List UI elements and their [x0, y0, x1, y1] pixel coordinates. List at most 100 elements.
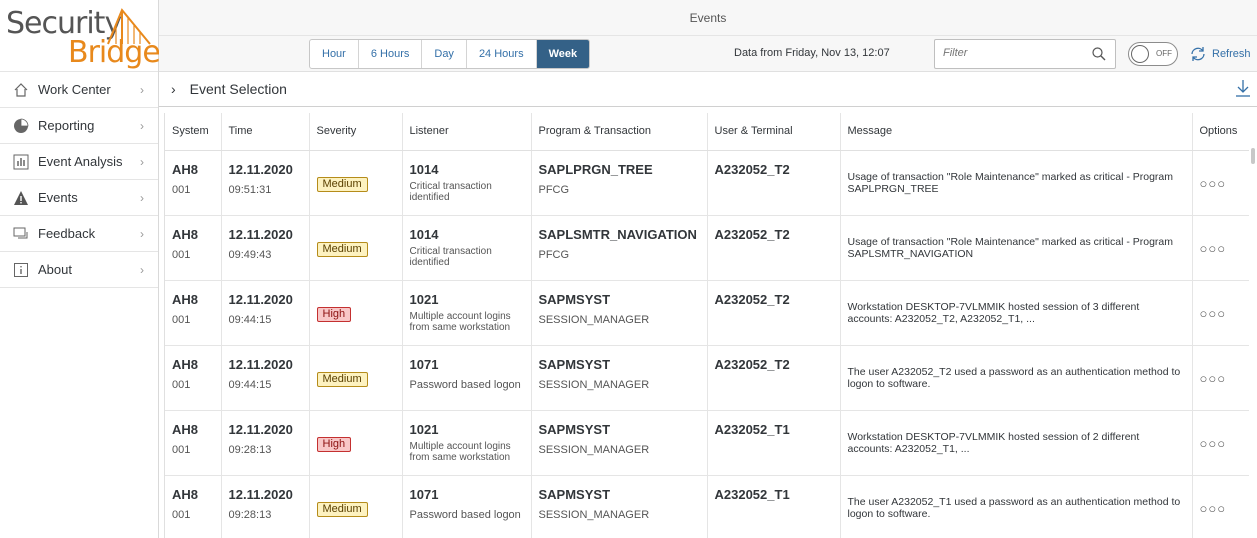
user-name: A232052_T1 — [714, 486, 790, 502]
cell-listener: 1021 Multiple account logins from same wo… — [402, 280, 532, 346]
more-options-icon[interactable]: ○○○ — [1200, 241, 1243, 256]
range-24-hours-button[interactable]: 24 Hours — [467, 40, 537, 68]
range-day-button[interactable]: Day — [422, 40, 467, 68]
column-header-listener[interactable]: Listener — [402, 113, 532, 151]
search-icon[interactable] — [1092, 47, 1106, 61]
user-name: A232052_T2 — [714, 161, 790, 177]
sidebar-item-label: Events — [38, 190, 78, 205]
table-row[interactable]: AH8 001 12.11.2020 09:49:43 Medium 1014 Cri… — [165, 215, 1249, 281]
event-time: 09:49:43 — [228, 248, 272, 261]
range-6-hours-button[interactable]: 6 Hours — [359, 40, 423, 68]
column-header-options[interactable]: Options — [1192, 113, 1249, 151]
transaction-code: PFCG — [538, 248, 570, 261]
logo[interactable]: Security Bridge — [0, 0, 161, 72]
system-id: AH8 — [172, 226, 199, 242]
range-hour-button[interactable]: Hour — [310, 40, 359, 68]
chevron-right-icon[interactable]: › — [171, 81, 176, 97]
listener-description: Critical transaction identified — [409, 180, 492, 203]
more-options-icon[interactable]: ○○○ — [1200, 501, 1243, 516]
cell-user: A232052_T2 — [707, 345, 841, 411]
cell-time: 12.11.2020 09:49:43 — [221, 215, 310, 281]
cell-program: SAPMSYST SESSION_MANAGER — [531, 345, 708, 411]
system-id: AH8 — [172, 161, 199, 177]
column-header-program[interactable]: Program & Transaction — [531, 113, 708, 151]
event-time: 09:28:13 — [228, 443, 272, 456]
table-row[interactable]: AH8 001 12.11.2020 09:44:15 High 1021 Multi… — [165, 280, 1249, 346]
severity-badge: Medium — [316, 176, 368, 192]
more-options-icon[interactable]: ○○○ — [1200, 176, 1243, 191]
column-header-severity[interactable]: Severity — [309, 113, 403, 151]
auto-refresh-toggle[interactable]: OFF — [1128, 42, 1178, 66]
table-row[interactable]: AH8 001 12.11.2020 09:51:31 Medium 1014 Cri… — [165, 150, 1249, 216]
listener-description: Multiple account logins from same workst… — [409, 310, 511, 333]
cell-options: ○○○ — [1192, 280, 1249, 346]
sidebar-item-feedback[interactable]: Feedback › — [0, 216, 158, 252]
event-date: 12.11.2020 — [228, 161, 293, 177]
cell-options: ○○○ — [1192, 345, 1249, 411]
filter-field[interactable] — [934, 39, 1116, 69]
table-row[interactable]: AH8 001 12.11.2020 09:28:13 High 1021 Multi… — [165, 410, 1249, 476]
cell-system: AH8 001 — [165, 215, 222, 281]
chevron-right-icon: › — [140, 82, 144, 97]
sidebar-item-event-analysis[interactable]: Event Analysis › — [0, 144, 158, 180]
sidebar-item-events[interactable]: Events › — [0, 180, 158, 216]
toolbar: Hour 6 Hours Day 24 Hours Week Data from… — [159, 36, 1257, 72]
cell-listener: 1071 Password based logon — [402, 475, 532, 538]
download-icon[interactable] — [1235, 79, 1251, 97]
transaction-code: PFCG — [538, 183, 570, 196]
event-time: 09:51:31 — [228, 183, 272, 196]
column-header-message[interactable]: Message — [840, 113, 1193, 151]
table-row[interactable]: AH8 001 12.11.2020 09:28:13 Medium 1071 Pas… — [165, 475, 1249, 538]
program-name: SAPMSYST — [538, 291, 611, 307]
severity-badge: High — [316, 436, 352, 452]
sidebar-item-work-center[interactable]: Work Center › — [0, 72, 158, 108]
cell-time: 12.11.2020 09:51:31 — [221, 150, 310, 216]
program-name: SAPMSYST — [538, 356, 611, 372]
column-header-system[interactable]: System — [165, 113, 222, 151]
event-time: 09:44:15 — [228, 378, 272, 391]
event-message: The user A232052_T2 used a password as a… — [847, 365, 1181, 390]
more-options-icon[interactable]: ○○○ — [1200, 371, 1243, 386]
table-header-row: System Time Severity Listener Program & … — [165, 113, 1249, 151]
table-row[interactable]: AH8 001 12.11.2020 09:44:15 Medium 1071 Pas… — [165, 345, 1249, 411]
event-selection-panel[interactable]: › Event Selection — [159, 72, 1257, 107]
page-header: Events — [159, 0, 1257, 36]
cell-severity: Medium — [309, 215, 403, 281]
events-table: System Time Severity Listener Program & … — [164, 113, 1249, 538]
home-icon — [12, 81, 30, 99]
event-date: 12.11.2020 — [228, 486, 293, 502]
info-icon — [12, 261, 30, 279]
column-header-user[interactable]: User & Terminal — [707, 113, 841, 151]
more-options-icon[interactable]: ○○○ — [1200, 436, 1243, 451]
cell-message: The user A232052_T1 used a password as a… — [840, 475, 1193, 538]
event-time: 09:44:15 — [228, 313, 272, 326]
sidebar-item-about[interactable]: About › — [0, 252, 158, 288]
vertical-scrollbar[interactable] — [1251, 148, 1255, 164]
data-from-label: Data from Friday, Nov 13, 12:07 — [734, 47, 890, 59]
feedback-icon — [12, 225, 30, 243]
cell-user: A232052_T2 — [707, 280, 841, 346]
refresh-button[interactable]: Refresh — [1189, 46, 1251, 62]
column-header-time[interactable]: Time — [221, 113, 310, 151]
event-date: 12.11.2020 — [228, 226, 293, 242]
cell-options: ○○○ — [1192, 475, 1249, 538]
cell-program: SAPMSYST SESSION_MANAGER — [531, 280, 708, 346]
cell-system: AH8 001 — [165, 345, 222, 411]
more-options-icon[interactable]: ○○○ — [1200, 306, 1243, 321]
listener-id: 1021 — [409, 421, 439, 437]
listener-id: 1014 — [409, 226, 439, 242]
event-message: The user A232052_T1 used a password as a… — [847, 495, 1181, 520]
bridge-logo-icon — [107, 8, 151, 45]
cell-time: 12.11.2020 09:28:13 — [221, 475, 310, 538]
program-name: SAPLPRGN_TREE — [538, 161, 653, 177]
filter-input[interactable] — [943, 47, 1083, 59]
listener-description: Critical transaction identified — [409, 245, 492, 268]
range-week-button[interactable]: Week — [536, 40, 590, 68]
cell-message: The user A232052_T2 used a password as a… — [840, 345, 1193, 411]
listener-description: Password based logon — [409, 508, 521, 521]
sidebar-item-label: Feedback — [38, 226, 96, 241]
sidebar-item-reporting[interactable]: Reporting › — [0, 108, 158, 144]
event-time: 09:28:13 — [228, 508, 272, 521]
event-date: 12.11.2020 — [228, 291, 293, 307]
client-id: 001 — [172, 378, 191, 391]
